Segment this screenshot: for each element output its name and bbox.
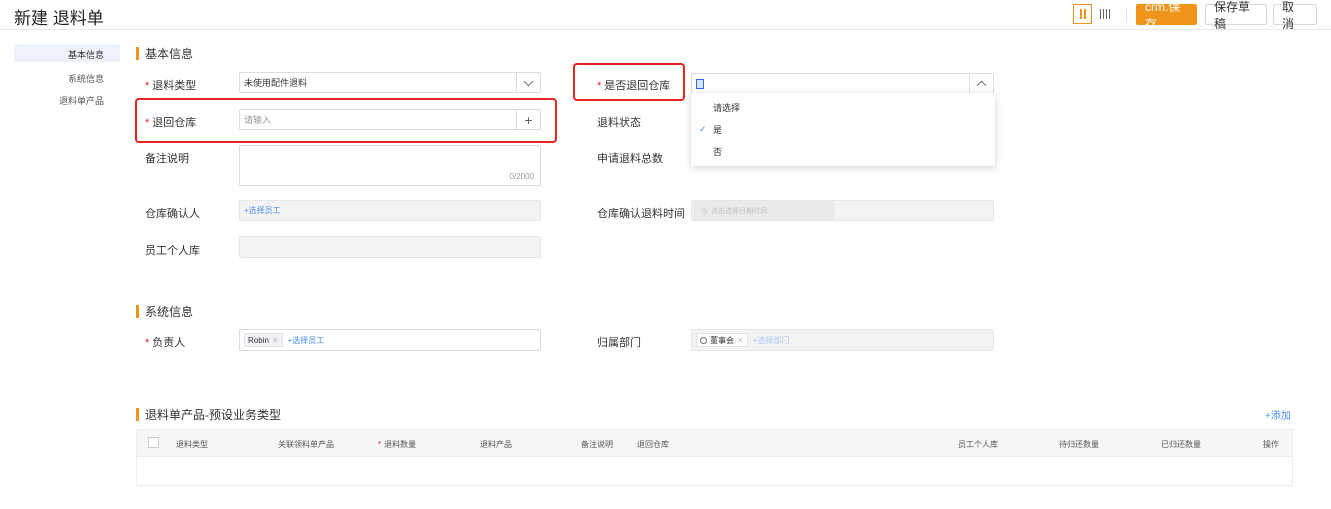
- col-header: 员工个人库: [958, 440, 998, 449]
- wh-confirm-time-field[interactable]: ◷ 点击选择日期时间: [691, 200, 994, 221]
- nav-item-basic-info[interactable]: 基本信息: [14, 48, 104, 61]
- header-divider: [0, 29, 1331, 30]
- wh-confirm-time-label: 仓库确认退料时间: [597, 208, 685, 220]
- products-table-body: [136, 457, 1293, 486]
- section-title: 退料单产品-预设业务类型: [145, 408, 281, 422]
- select-all-checkbox[interactable]: [148, 437, 159, 448]
- owner-label: * 负责人: [145, 337, 186, 349]
- nav-item-products[interactable]: 退料单产品: [14, 94, 104, 107]
- datetime-placeholder: 点击选择日期时间: [711, 207, 768, 215]
- is-return-wh-label: * 是否退回仓库: [597, 80, 671, 92]
- personal-wh-label: 员工个人库: [145, 245, 200, 257]
- section-title: 基本信息: [145, 47, 194, 61]
- two-column-view-icon[interactable]: [1073, 4, 1092, 24]
- clock-icon: ◷: [701, 207, 708, 215]
- select-employee-link[interactable]: +选择员工: [244, 205, 281, 216]
- is-return-dropdown: 请选择 ✓ 是 否: [691, 93, 995, 166]
- toolbar-divider: [1126, 7, 1127, 22]
- wh-confirmer-label: 仓库确认人: [145, 208, 200, 220]
- save-button[interactable]: crm.保存: [1136, 0, 1197, 31]
- dept-label: 归属部门: [597, 337, 641, 349]
- wh-confirmer-field[interactable]: +选择员工: [239, 200, 541, 221]
- add-product-button[interactable]: +添加: [1265, 407, 1291, 422]
- check-icon: ✓: [699, 123, 707, 134]
- personal-wh-field: [239, 236, 541, 258]
- page-title: 新建 退料单: [14, 9, 104, 28]
- chevron-up-icon[interactable]: [969, 74, 993, 93]
- col-header: 退料产品: [480, 440, 512, 449]
- dropdown-option-yes[interactable]: ✓ 是: [691, 119, 995, 139]
- section-products: 退料单产品-预设业务类型: [136, 406, 281, 423]
- dept-tag: 董事会 ✕: [696, 333, 748, 347]
- save-draft-button[interactable]: 保存草稿: [1205, 0, 1267, 31]
- dropdown-option-no[interactable]: 否: [691, 141, 995, 161]
- plus-icon[interactable]: +: [516, 110, 540, 129]
- is-return-wh-select[interactable]: [691, 73, 994, 94]
- col-header: 操作: [1263, 440, 1279, 449]
- chevron-down-icon[interactable]: [516, 73, 540, 92]
- return-type-label: * 退料类型: [145, 80, 197, 92]
- return-warehouse-input[interactable]: 请输入 +: [239, 109, 541, 130]
- remove-tag-icon[interactable]: ✕: [272, 336, 279, 345]
- return-type-value: 未使用配件退料: [244, 78, 308, 88]
- dept-radio-icon: [700, 336, 707, 344]
- col-header: 退回仓库: [637, 440, 669, 449]
- section-basic-info: 基本信息: [136, 45, 193, 62]
- datetime-picker[interactable]: ◷ 点击选择日期时间: [693, 201, 835, 220]
- nav-item-system-info[interactable]: 系统信息: [14, 72, 104, 85]
- return-type-select[interactable]: 未使用配件退料: [239, 72, 541, 93]
- owner-tag: Robin ✕: [244, 333, 283, 347]
- col-header: 关联领料单产品: [278, 440, 334, 449]
- section-title: 系统信息: [145, 305, 194, 319]
- select-employee-link[interactable]: +选择员工: [288, 335, 325, 346]
- col-header: 备注说明: [581, 440, 613, 449]
- apply-total-label: 申请退料总数: [597, 153, 663, 165]
- remark-textarea[interactable]: 0/2000: [239, 145, 541, 186]
- remove-tag-icon[interactable]: ✕: [737, 336, 744, 345]
- return-warehouse-placeholder: 请输入: [244, 115, 272, 125]
- section-system-info: 系统信息: [136, 303, 193, 320]
- return-status-label: 退料状态: [597, 117, 641, 129]
- four-column-view-icon[interactable]: [1095, 4, 1114, 24]
- text-cursor: [696, 78, 704, 89]
- return-warehouse-label: * 退回仓库: [145, 117, 197, 129]
- view-toggle[interactable]: [1073, 4, 1117, 24]
- owner-field[interactable]: Robin ✕ +选择员工: [239, 329, 541, 351]
- col-header-required: * 退料数量: [378, 440, 417, 449]
- col-header: 已归还数量: [1161, 440, 1201, 449]
- remark-label: 备注说明: [145, 153, 189, 165]
- remark-counter: 0/2000: [509, 172, 534, 181]
- col-header: 待归还数量: [1059, 440, 1099, 449]
- dept-field[interactable]: 董事会 ✕ +选择部门: [691, 329, 994, 351]
- select-dept-link[interactable]: +选择部门: [753, 335, 790, 346]
- dropdown-option-please-select[interactable]: 请选择: [691, 97, 995, 117]
- cancel-button[interactable]: 取 消: [1273, 0, 1317, 31]
- col-header: 退料类型: [176, 440, 208, 449]
